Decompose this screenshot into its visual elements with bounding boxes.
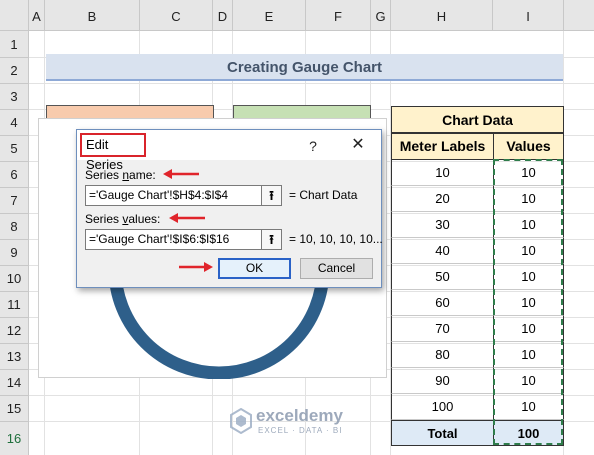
value-cell[interactable]: 10 bbox=[493, 316, 564, 342]
column-header-a[interactable]: A bbox=[29, 0, 45, 31]
dialog-titlebar[interactable]: Edit Series ? ✕ bbox=[77, 130, 381, 172]
ok-button[interactable]: OK bbox=[218, 258, 291, 279]
series-values-label-pre: Series bbox=[85, 212, 123, 226]
row-header-7[interactable]: 7 bbox=[0, 188, 29, 214]
meter-label-cell[interactable]: 30 bbox=[391, 212, 494, 238]
row-header-10[interactable]: 10 bbox=[0, 266, 29, 292]
red-arrow-icon bbox=[179, 262, 213, 272]
series-values-input[interactable]: ='Gauge Chart'!$I$6:$I$16 bbox=[85, 229, 263, 250]
series-name-label-pre: Series bbox=[85, 168, 123, 182]
watermark-tagline: EXCEL · DATA · BI bbox=[258, 426, 343, 435]
header-meter-labels[interactable]: Meter Labels bbox=[391, 133, 494, 160]
exceldemy-watermark: exceldemy EXCEL · DATA · BI bbox=[230, 404, 410, 444]
close-button[interactable]: ✕ bbox=[343, 134, 373, 156]
series-name-label: Series name: bbox=[85, 168, 156, 182]
meter-label-cell[interactable]: 10 bbox=[391, 160, 494, 186]
row-header-9[interactable]: 9 bbox=[0, 240, 29, 266]
row-header-3[interactable]: 3 bbox=[0, 84, 29, 110]
sheet-title[interactable]: Creating Gauge Chart bbox=[46, 54, 563, 81]
row-header-2[interactable]: 2 bbox=[0, 58, 29, 84]
row-header-5[interactable]: 5 bbox=[0, 136, 29, 162]
value-cell[interactable]: 10 bbox=[493, 238, 564, 264]
column-header-blank bbox=[564, 0, 594, 31]
value-cell[interactable]: 10 bbox=[493, 264, 564, 290]
row-header-12[interactable]: 12 bbox=[0, 318, 29, 344]
column-header-b[interactable]: B bbox=[45, 0, 140, 31]
collapse-dialog-icon[interactable]: ⭱ bbox=[261, 185, 282, 206]
column-header-f[interactable]: F bbox=[306, 0, 371, 31]
row-header-6[interactable]: 6 bbox=[0, 162, 29, 188]
meter-label-cell[interactable]: 50 bbox=[391, 264, 494, 290]
select-all-corner[interactable] bbox=[0, 0, 29, 31]
column-header-d[interactable]: D bbox=[213, 0, 233, 31]
column-header-e[interactable]: E bbox=[233, 0, 306, 31]
dialog-title: Edit Series bbox=[80, 133, 146, 172]
edit-series-dialog: Edit Series ? ✕ Series name: ='Gauge Cha… bbox=[76, 129, 383, 288]
series-values-label: Series values: bbox=[85, 212, 160, 226]
help-button[interactable]: ? bbox=[303, 136, 323, 156]
row-header-4[interactable]: 4 bbox=[0, 110, 29, 136]
column-header-c[interactable]: C bbox=[140, 0, 213, 31]
row-header-1[interactable]: 1 bbox=[0, 31, 29, 58]
header-values[interactable]: Values bbox=[493, 133, 564, 160]
cancel-button[interactable]: Cancel bbox=[300, 258, 373, 279]
red-arrow-icon bbox=[169, 213, 205, 223]
value-cell[interactable]: 10 bbox=[493, 368, 564, 394]
column-header-i[interactable]: I bbox=[493, 0, 564, 31]
series-name-preview: = Chart Data bbox=[289, 188, 358, 202]
value-cell[interactable]: 10 bbox=[493, 394, 564, 420]
value-cell[interactable]: 10 bbox=[493, 290, 564, 316]
row-header-14[interactable]: 14 bbox=[0, 370, 29, 396]
meter-label-cell[interactable]: 70 bbox=[391, 316, 494, 342]
series-values-label-post: alues: bbox=[128, 212, 161, 226]
watermark-name: exceldemy bbox=[256, 406, 343, 425]
row-header-16[interactable]: 16 bbox=[0, 422, 29, 455]
value-cell[interactable]: 10 bbox=[493, 212, 564, 238]
meter-label-cell[interactable]: 60 bbox=[391, 290, 494, 316]
column-header-g[interactable]: G bbox=[371, 0, 391, 31]
series-name-input[interactable]: ='Gauge Chart'!$H$4:$I$4 bbox=[85, 185, 263, 206]
row-header-11[interactable]: 11 bbox=[0, 292, 29, 318]
meter-label-cell[interactable]: 40 bbox=[391, 238, 494, 264]
total-value-cell[interactable]: 100 bbox=[493, 420, 564, 446]
value-cell[interactable]: 10 bbox=[493, 186, 564, 212]
meter-label-cell[interactable]: 80 bbox=[391, 342, 494, 368]
meter-label-cell[interactable]: 90 bbox=[391, 368, 494, 394]
meter-label-cell[interactable]: 20 bbox=[391, 186, 494, 212]
column-header-h[interactable]: H bbox=[391, 0, 493, 31]
value-cell[interactable]: 10 bbox=[493, 160, 564, 186]
value-cell[interactable]: 10 bbox=[493, 342, 564, 368]
gridline bbox=[29, 83, 594, 84]
row-header-8[interactable]: 8 bbox=[0, 214, 29, 240]
row-header-13[interactable]: 13 bbox=[0, 344, 29, 370]
series-values-preview: = 10, 10, 10, 10... bbox=[289, 232, 383, 246]
series-name-label-post: ame: bbox=[129, 168, 156, 182]
row-header-15[interactable]: 15 bbox=[0, 396, 29, 422]
collapse-dialog-icon[interactable]: ⭱ bbox=[261, 229, 282, 250]
red-arrow-icon bbox=[163, 169, 199, 179]
exceldemy-logo-icon bbox=[230, 408, 252, 434]
chart-data-title[interactable]: Chart Data bbox=[391, 106, 564, 133]
